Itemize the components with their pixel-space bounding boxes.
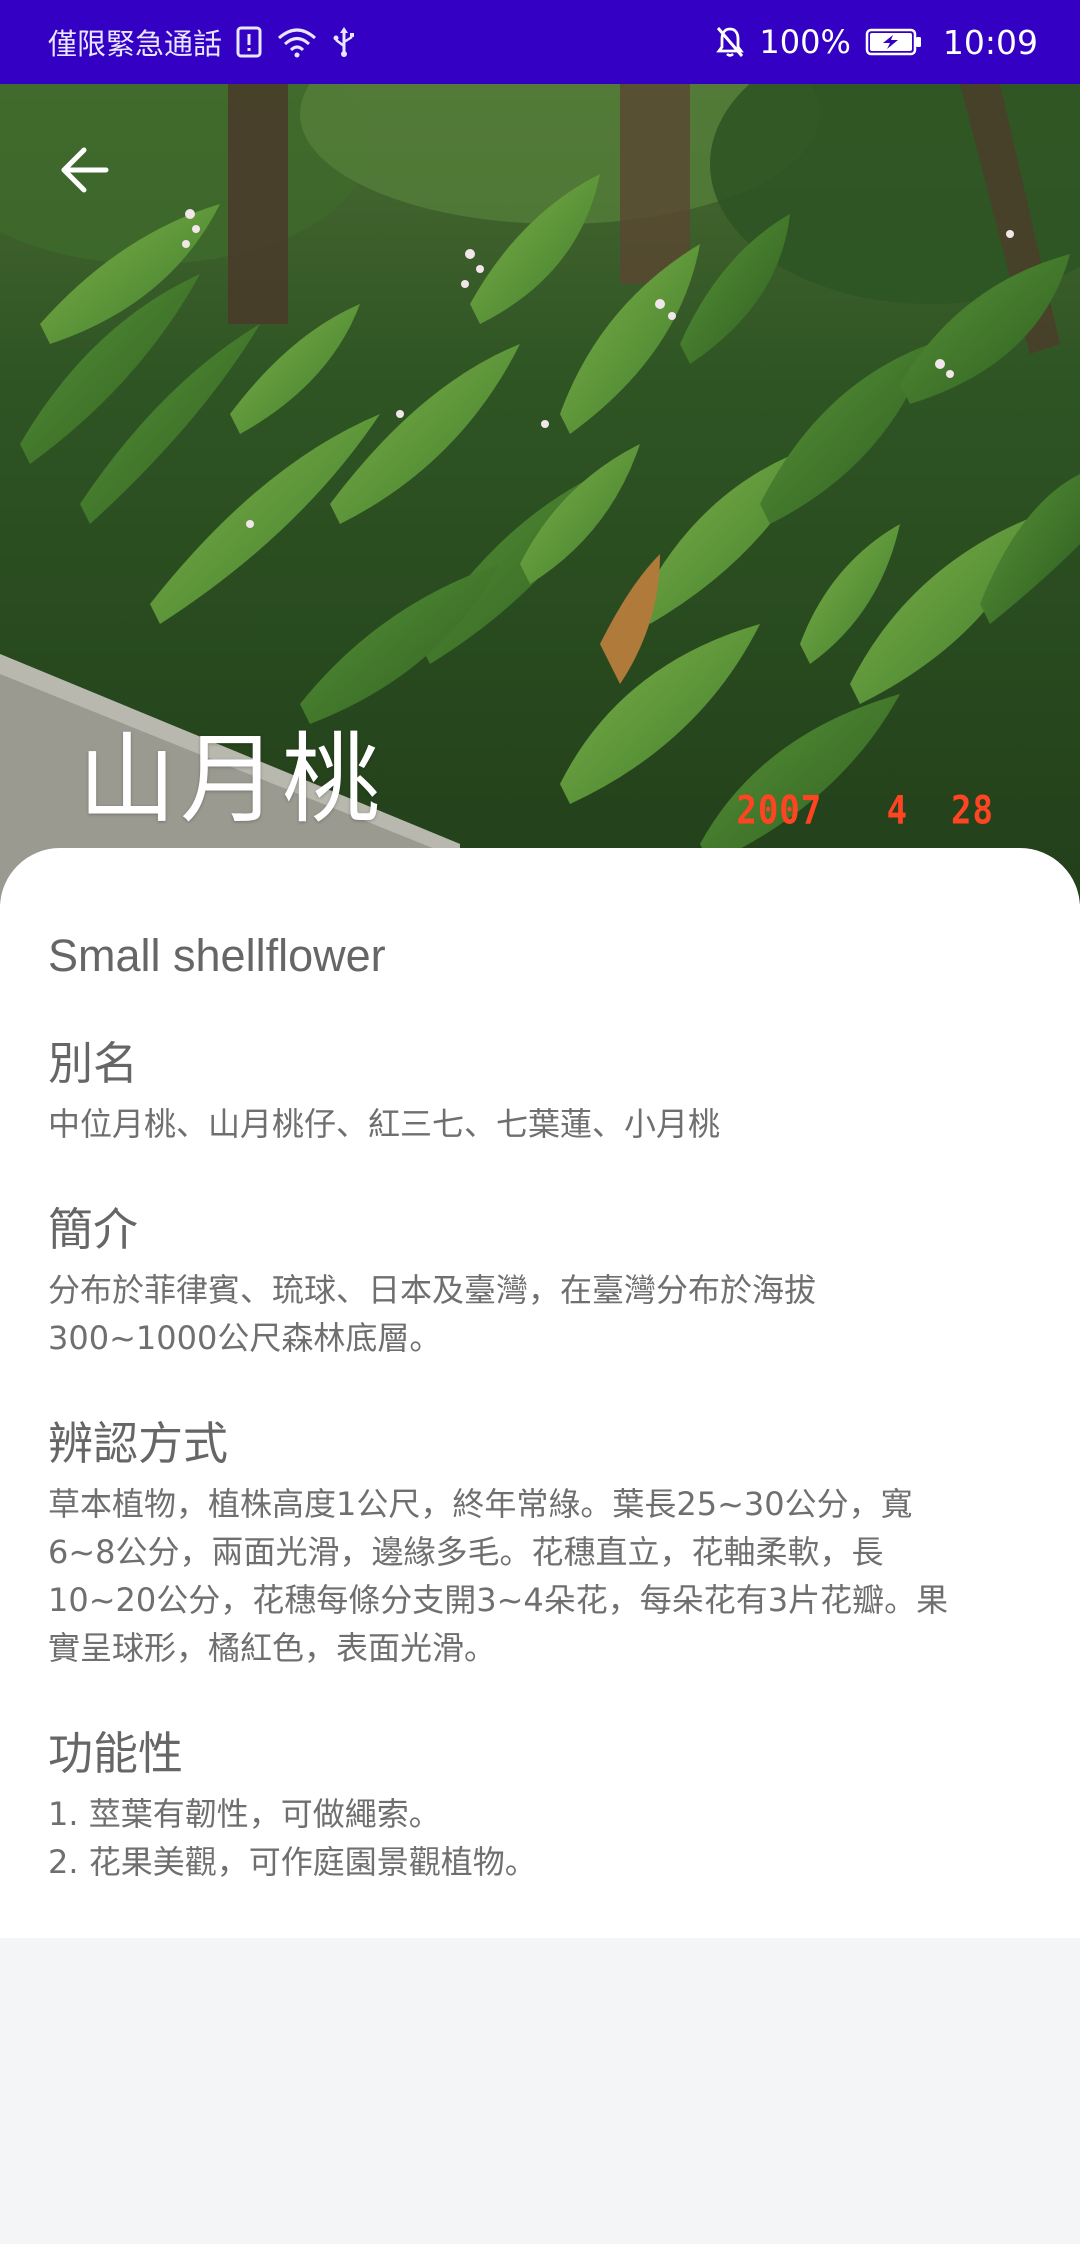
body-line: 2. 花果美觀，可作庭園景觀植物。 [48,1843,537,1881]
back-button[interactable] [48,134,120,206]
body-line: 10~20公分，花穗每條分支開3~4朵花，每朵花有3片花瓣。果 [48,1581,949,1619]
english-name: Small shellflower [48,930,386,981]
arrow-left-icon [61,147,109,193]
section-heading: 功能性 [48,1727,184,1780]
usb-icon [332,26,356,58]
section-heading: 簡介 [48,1203,139,1256]
body-line: 1. 莖葉有韌性，可做繩索。 [48,1795,441,1833]
section-body: 分布於菲律賓、琉球、日本及臺灣，在臺灣分布於海拔 300~1000公尺森林底層。 [48,1266,1032,1362]
body-line: 中位月桃、山月桃仔、紅三七、七葉蓮、小月桃 [48,1105,721,1143]
section-heading: 辨認方式 [48,1417,229,1470]
section-identification: 辨認方式 草本植物，植株高度1公尺，終年常綠。葉長25~30公分，寬 6~8公分… [48,1414,1032,1672]
section-introduction: 簡介 分布於菲律賓、琉球、日本及臺灣，在臺灣分布於海拔 300~1000公尺森林… [48,1200,1032,1362]
body-line: 草本植物，植株高度1公尺，終年常綠。葉長25~30公分，寬 [48,1485,913,1523]
battery-percent: 100% [759,23,851,61]
plant-detail-screen: 僅限緊急通話 100% 10:09 山月桃 2007 4 28 Small sh… [0,0,1080,2244]
status-bar: 僅限緊急通話 100% 10:09 [0,0,1080,84]
body-line: 300~1000公尺森林底層。 [48,1319,442,1357]
section-heading: 別名 [48,1037,139,1090]
body-line: 6~8公分，兩面光滑，邊緣多毛。花穗直立，花軸柔軟，長 [48,1533,884,1571]
section-aliases: 別名 中位月桃、山月桃仔、紅三七、七葉蓮、小月桃 [48,1034,1032,1148]
section-body: 中位月桃、山月桃仔、紅三七、七葉蓮、小月桃 [48,1100,1032,1148]
status-left: 僅限緊急通話 [48,21,356,63]
wifi-icon [276,26,318,58]
section-functionality: 功能性 1. 莖葉有韌性，可做繩索。 2. 花果美觀，可作庭園景觀植物。 [48,1724,1032,1886]
body-line: 分布於菲律賓、琉球、日本及臺灣，在臺灣分布於海拔 [48,1271,817,1309]
battery-charging-icon [865,27,923,57]
section-body: 草本植物，植株高度1公尺，終年常綠。葉長25~30公分，寬 6~8公分，兩面光滑… [48,1480,1032,1672]
bell-off-icon [715,25,745,59]
plant-title: 山月桃 [78,723,385,837]
carrier-text: 僅限緊急通話 [48,27,223,61]
status-right: 100% 10:09 [715,23,1038,62]
section-body: 1. 莖葉有韌性，可做繩索。 2. 花果美觀，可作庭園景觀植物。 [48,1790,1032,1886]
clock: 10:09 [942,22,1038,62]
body-line: 實呈球形，橘紅色，表面光滑。 [48,1629,497,1667]
alert-card-icon [236,26,262,58]
plant-info-card: Small shellflower 別名 中位月桃、山月桃仔、紅三七、七葉蓮、小… [0,848,1080,1938]
photo-date-stamp: 2007 4 28 [736,788,994,834]
